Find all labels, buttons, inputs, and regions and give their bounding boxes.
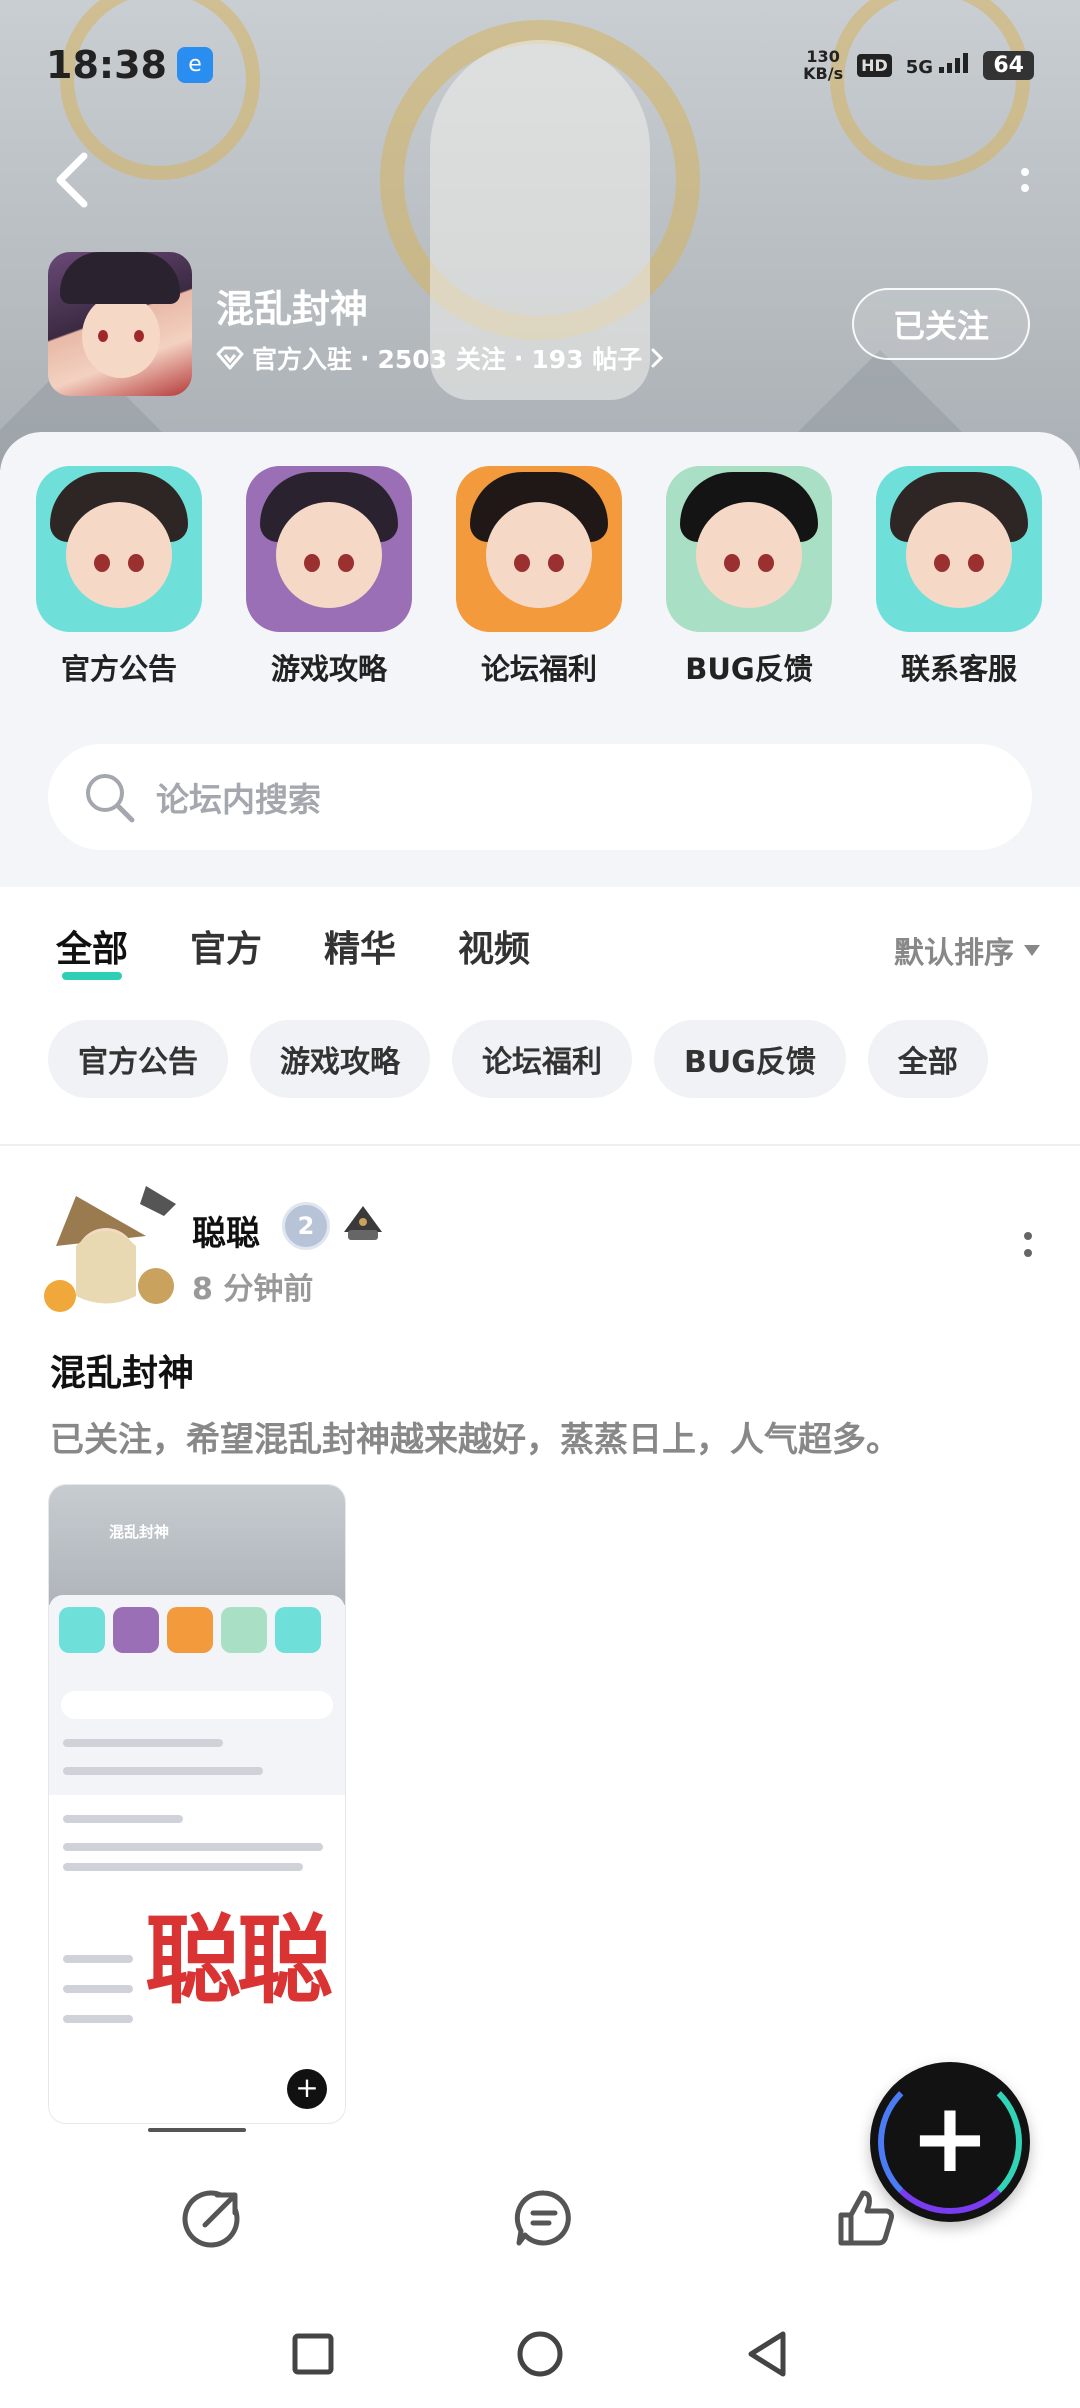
official-label: 官方入驻 xyxy=(252,345,353,374)
follow-button[interactable]: 已关注 xyxy=(852,288,1030,360)
shortcut-row: 官方公告 游戏攻略 论坛福利 BUG反馈 联系客服 xyxy=(0,466,1080,688)
thumbs-up-icon xyxy=(838,2190,894,2246)
status-bar: 18:38 e 130 KB/s HD 5G 64 xyxy=(46,40,1034,90)
game-meta: 官方入驻 · 2503 关注 · 193 帖子 xyxy=(216,340,664,376)
square-icon xyxy=(292,2333,334,2375)
signal-icon: 5G xyxy=(906,52,970,78)
game-title: 混乱封神 xyxy=(216,287,369,331)
shortcut-official-announcement[interactable]: 官方公告 xyxy=(14,466,224,688)
system-navigation-bar xyxy=(0,2300,1080,2408)
shortcut-forum-benefits[interactable]: 论坛福利 xyxy=(434,466,644,688)
share-button[interactable] xyxy=(172,2178,252,2258)
chip-game-guide[interactable]: 游戏攻略 xyxy=(250,1020,430,1098)
comment-button[interactable] xyxy=(504,2178,584,2258)
create-post-button[interactable]: + xyxy=(870,2062,1030,2222)
app-notification-icon: e xyxy=(176,47,213,83)
shortcut-bug-report[interactable]: BUG反馈 xyxy=(644,466,854,688)
back-button[interactable] xyxy=(54,150,104,210)
tab-all[interactable]: 全部 xyxy=(56,920,128,980)
chip-forum-benefits[interactable]: 论坛福利 xyxy=(452,1020,632,1098)
triangle-back-icon xyxy=(748,2331,786,2377)
chip-bug-report[interactable]: BUG反馈 xyxy=(654,1020,846,1098)
recent-apps-button[interactable] xyxy=(283,2324,343,2384)
post-title[interactable]: 混乱封神 xyxy=(50,1344,194,1396)
verified-diamond-icon xyxy=(216,346,244,370)
post-count[interactable]: 193 帖子 xyxy=(531,340,642,376)
search-placeholder: 论坛内搜索 xyxy=(156,780,321,819)
bug-report-character-icon xyxy=(666,466,832,632)
chip-official-announcement[interactable]: 官方公告 xyxy=(48,1020,228,1098)
level-badge-icon: 2 xyxy=(282,1202,330,1250)
tab-video[interactable]: 视频 xyxy=(458,920,530,972)
plus-icon: + xyxy=(909,2082,991,2194)
caret-down-icon xyxy=(1024,944,1040,956)
chip-all[interactable]: 全部 xyxy=(867,1020,988,1098)
author-name[interactable]: 聪聪 xyxy=(192,1206,260,1255)
author-avatar[interactable] xyxy=(36,1176,184,1324)
image-watermark-text: 聪聪 xyxy=(145,1905,333,2017)
post-body[interactable]: 已关注，希望混乱封神越来越好，蒸蒸日上，人气超多。 xyxy=(50,1412,900,1461)
circle-icon xyxy=(517,2331,563,2377)
customer-service-character-icon xyxy=(876,466,1042,632)
forum-search-input[interactable]: 论坛内搜索 xyxy=(48,744,1032,850)
post-time: 8 分钟前 xyxy=(192,1272,314,1307)
share-icon xyxy=(182,2190,240,2248)
chevron-left-icon xyxy=(56,152,88,208)
sort-dropdown[interactable]: 默认排序 xyxy=(894,928,1040,972)
scroll-indicator xyxy=(148,2128,246,2132)
game-avatar[interactable] xyxy=(48,252,192,396)
guide-character-icon xyxy=(246,466,412,632)
post-tabs: 全部 官方 精华 视频 xyxy=(56,920,530,980)
more-options-button[interactable] xyxy=(1010,155,1040,205)
home-button[interactable] xyxy=(510,2324,570,2384)
shortcut-game-guide[interactable]: 游戏攻略 xyxy=(224,466,434,688)
category-chips: 官方公告 游戏攻略 论坛福利 BUG反馈 全部 xyxy=(48,1020,988,1098)
post-more-button[interactable] xyxy=(1018,1232,1038,1257)
chevron-right-icon xyxy=(651,348,664,368)
more-vertical-icon xyxy=(1024,1232,1032,1240)
system-back-button[interactable] xyxy=(737,2324,797,2384)
more-vertical-icon xyxy=(1021,168,1029,176)
battery-icon: 64 xyxy=(983,50,1034,80)
section-divider xyxy=(0,1144,1080,1146)
benefits-character-icon xyxy=(456,466,622,632)
network-speed: 130 KB/s xyxy=(803,47,844,83)
hd-icon: HD xyxy=(857,53,892,77)
post-image[interactable]: 混乱封神 聪聪 + xyxy=(48,1484,346,2124)
announcement-character-icon xyxy=(36,466,202,632)
hat-badge-icon xyxy=(344,1206,382,1240)
tab-featured[interactable]: 精华 xyxy=(324,920,396,972)
search-icon xyxy=(86,774,135,823)
follower-count[interactable]: 2503 关注 xyxy=(378,340,506,376)
status-time: 18:38 xyxy=(46,43,167,87)
shortcut-customer-service[interactable]: 联系客服 xyxy=(854,466,1064,688)
comment-icon xyxy=(514,2190,571,2246)
tab-official[interactable]: 官方 xyxy=(190,920,262,972)
